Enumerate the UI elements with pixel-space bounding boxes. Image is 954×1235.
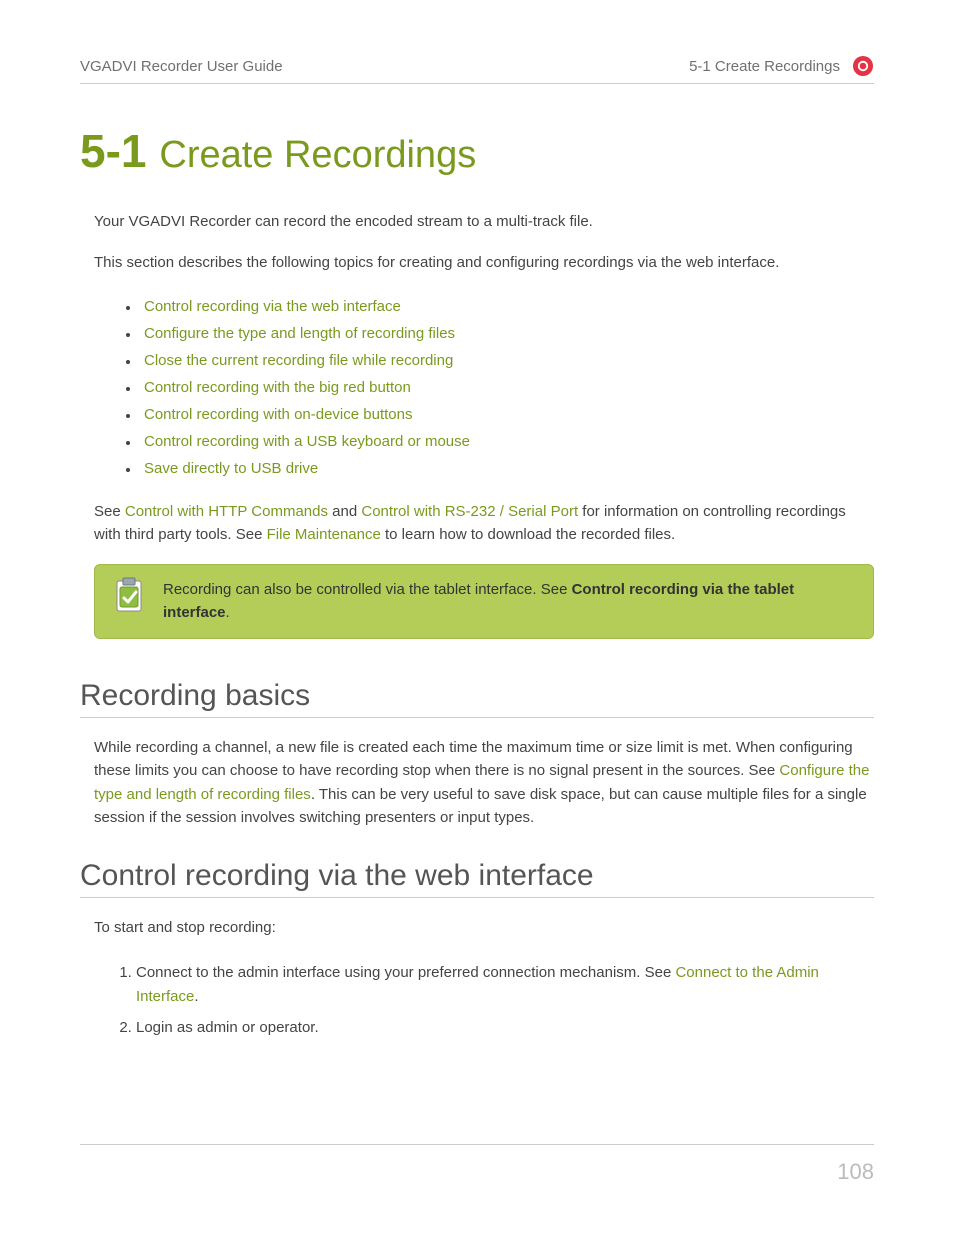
see-also-paragraph: See Control with HTTP Commands and Contr…	[80, 500, 874, 547]
toc-link[interactable]: Control recording via the web interface	[144, 298, 401, 315]
section-number: 5-1	[80, 125, 146, 177]
link-file-maintenance[interactable]: File Maintenance	[267, 526, 381, 543]
toc-link[interactable]: Control recording with on-device buttons	[144, 406, 412, 423]
step-item: Connect to the admin interface using you…	[136, 957, 874, 1012]
toc-link[interactable]: Configure the type and length of recordi…	[144, 325, 455, 342]
document-page: VGADVI Recorder User Guide 5-1 Create Re…	[0, 0, 954, 1235]
list-item: Control recording via the web interface	[126, 293, 874, 320]
steps-list: Connect to the admin interface using you…	[80, 957, 874, 1043]
list-item: Configure the type and length of recordi…	[126, 320, 874, 347]
toc-link[interactable]: Save directly to USB drive	[144, 460, 318, 477]
toc-link[interactable]: Close the current recording file while r…	[144, 352, 453, 369]
info-callout: Recording can also be controlled via the…	[94, 564, 874, 639]
recording-basics-paragraph: While recording a channel, a new file is…	[80, 736, 874, 829]
list-item: Control recording with on-device buttons	[126, 401, 874, 428]
header-left: VGADVI Recorder User Guide	[80, 58, 283, 75]
toc-link[interactable]: Control recording with the big red butto…	[144, 379, 411, 396]
footer-divider	[80, 1144, 874, 1145]
page-header: VGADVI Recorder User Guide 5-1 Create Re…	[80, 55, 874, 84]
step-item: Login as admin or operator.	[136, 1012, 874, 1043]
link-http-commands[interactable]: Control with HTTP Commands	[125, 503, 328, 520]
callout-text: Recording can also be controlled via the…	[163, 579, 855, 624]
list-item: Control recording with a USB keyboard or…	[126, 428, 874, 455]
link-rs232[interactable]: Control with RS-232 / Serial Port	[361, 503, 578, 520]
header-section-label: 5-1 Create Recordings	[689, 58, 840, 75]
toc-link[interactable]: Control recording with a USB keyboard or…	[144, 433, 470, 450]
intro-paragraph-1: Your VGADVI Recorder can record the enco…	[80, 210, 874, 233]
section-title-text: Create Recordings	[159, 134, 476, 176]
control-web-intro: To start and stop recording:	[80, 916, 874, 939]
list-item: Control recording with the big red butto…	[126, 374, 874, 401]
page-title: 5-1 Create Recordings	[80, 124, 874, 178]
intro-paragraph-2: This section describes the following top…	[80, 251, 874, 274]
list-item: Close the current recording file while r…	[126, 347, 874, 374]
list-item: Save directly to USB drive	[126, 455, 874, 482]
topic-list: Control recording via the web interface …	[80, 293, 874, 482]
brand-swirl-icon	[852, 55, 874, 77]
header-right: 5-1 Create Recordings	[689, 55, 874, 77]
clipboard-check-icon	[113, 577, 145, 618]
heading-recording-basics: Recording basics	[80, 679, 874, 718]
heading-control-recording-web: Control recording via the web interface	[80, 859, 874, 898]
page-number: 108	[837, 1159, 874, 1185]
